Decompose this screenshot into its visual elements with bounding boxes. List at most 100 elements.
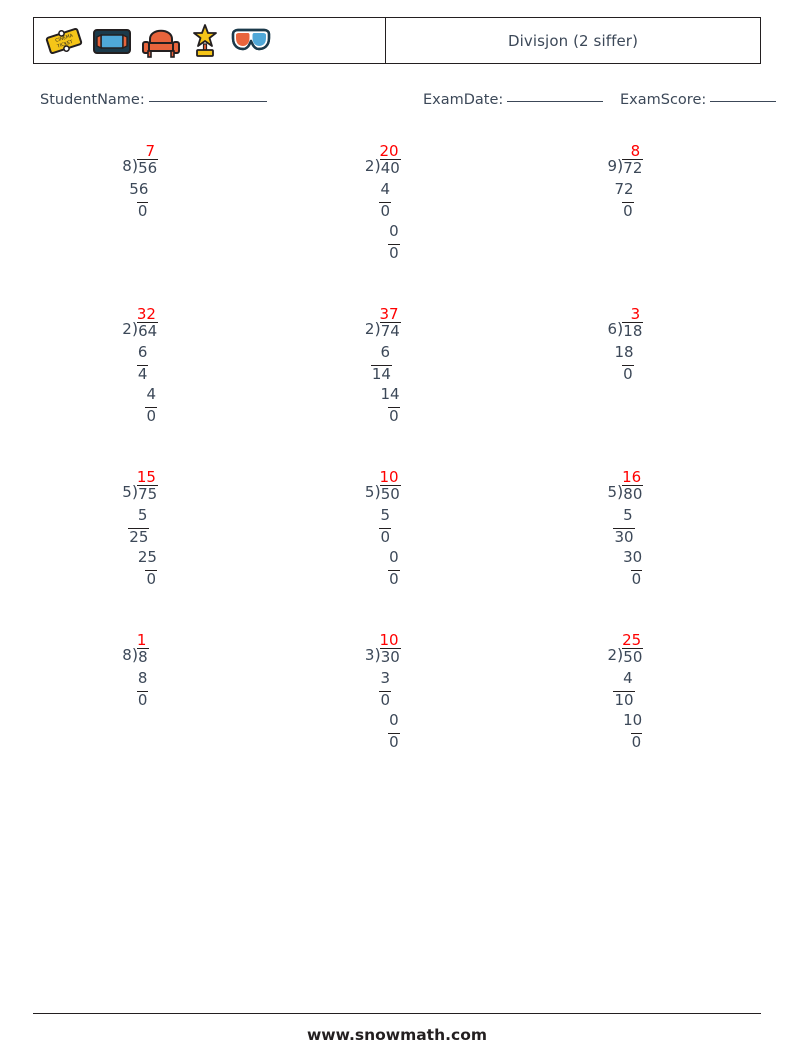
division-bracket: ) xyxy=(131,645,139,664)
long-division-problem: 20 2) 40 4 0 0 0 xyxy=(337,140,457,303)
vhs-tape-icon xyxy=(92,25,132,57)
dividend: 74 xyxy=(379,322,401,340)
difference-value: 0 xyxy=(136,202,149,220)
problem-cell: 16 5) 80 5 30 30 0 xyxy=(518,466,761,629)
difference-value: 0 xyxy=(630,570,643,588)
dividend: 64 xyxy=(137,322,159,340)
divisor: 9 xyxy=(607,157,618,175)
star-award-icon xyxy=(190,23,220,59)
quotient: 25 xyxy=(622,631,642,649)
page-title: Divisjon (2 siffer) xyxy=(507,31,639,50)
division-bracket: ) xyxy=(617,645,624,664)
divisor: 8 xyxy=(122,157,132,175)
problem-row: 1 8) 8 8 0 10 3) 30 3 0 0 0 25 2) 50 4 10 10 0 xyxy=(33,629,761,792)
cinema-ticket-icon: CINEMA TICKET xyxy=(45,24,83,58)
difference-value: 0 xyxy=(622,202,634,220)
subtrahend-value: 5 xyxy=(380,506,391,524)
subtrahend-value: 4 xyxy=(623,669,633,687)
worksheet-header: CINEMA TICKET Divisjon (2 siffer) xyxy=(33,17,761,64)
subtrahend-value: 14 xyxy=(380,385,400,403)
quotient: 3 xyxy=(630,305,641,323)
dividend: 50 xyxy=(379,485,401,503)
divisor: 5 xyxy=(607,483,618,501)
subtrahend-value: 6 xyxy=(137,343,148,361)
difference-value: 0 xyxy=(388,570,400,588)
difference-value: 0 xyxy=(136,691,149,709)
header-icon-strip: CINEMA TICKET xyxy=(34,18,386,63)
divisor: 2 xyxy=(122,320,132,338)
divisor: 8 xyxy=(122,646,132,664)
footer-divider xyxy=(33,1013,761,1014)
dividend: 40 xyxy=(379,159,401,177)
difference-value: 4 xyxy=(136,365,149,383)
subtrahend-value: 6 xyxy=(380,343,391,361)
divisor: 2 xyxy=(364,320,375,338)
division-bracket: ) xyxy=(374,319,381,338)
exam-date-field: ExamDate: xyxy=(423,92,604,108)
division-bracket: ) xyxy=(374,645,381,664)
theater-seat-icon xyxy=(141,23,181,59)
divisor: 2 xyxy=(364,157,375,175)
difference-value: 0 xyxy=(630,733,643,751)
dividend: 56 xyxy=(137,159,159,177)
long-division-problem: 3 6) 18 18 0 xyxy=(579,303,699,466)
problem-cell: 10 5) 50 5 0 0 0 xyxy=(276,466,519,629)
exam-date-label: ExamDate: xyxy=(423,92,504,108)
student-name-input[interactable] xyxy=(148,101,267,102)
problem-cell: 1 8) 8 8 0 xyxy=(33,629,276,792)
exam-score-field: ExamScore: xyxy=(620,92,777,108)
dividend: 18 xyxy=(622,322,644,340)
divisor: 5 xyxy=(364,483,375,501)
subtrahend-value: 72 xyxy=(614,180,634,198)
division-bracket: ) xyxy=(374,156,381,175)
quotient: 32 xyxy=(136,305,156,323)
quotient: 1 xyxy=(136,631,147,649)
problem-cell: 3 6) 18 18 0 xyxy=(518,303,761,466)
division-bracket: ) xyxy=(617,156,624,175)
subtrahend-value: 3 xyxy=(380,669,391,687)
long-division-problem: 25 2) 50 4 10 10 0 xyxy=(579,629,699,792)
quotient: 16 xyxy=(622,468,642,486)
footer-url: www.snowmath.com xyxy=(306,1026,487,1044)
quotient: 10 xyxy=(379,468,399,486)
quotient: 15 xyxy=(136,468,156,486)
difference-value: 25 xyxy=(128,528,150,546)
difference-value: 0 xyxy=(379,202,392,220)
division-bracket: ) xyxy=(617,482,624,501)
subtrahend-value: 18 xyxy=(614,343,634,361)
dividend: 8 xyxy=(137,648,149,666)
exam-date-input[interactable] xyxy=(507,101,604,102)
difference-value: 0 xyxy=(145,570,158,588)
difference-value: 14 xyxy=(370,365,392,383)
problem-row: 15 5) 75 5 25 25 0 10 5) 50 5 0 0 0 16 5) 80 5 30 30 0 xyxy=(33,466,761,629)
difference-value: 0 xyxy=(379,691,392,709)
long-division-problem: 16 5) 80 5 30 30 0 xyxy=(579,466,699,629)
quotient: 20 xyxy=(379,142,399,160)
divisor: 6 xyxy=(607,320,618,338)
division-bracket: ) xyxy=(374,482,381,501)
difference-value: 0 xyxy=(388,407,400,425)
dividend: 80 xyxy=(622,485,644,503)
problem-cell: 10 3) 30 3 0 0 0 xyxy=(276,629,519,792)
3d-glasses-icon xyxy=(229,26,273,56)
header-title-cell: Divisjon (2 siffer) xyxy=(386,18,760,63)
long-division-problem: 10 5) 50 5 0 0 0 xyxy=(337,466,457,629)
subtrahend-value: 0 xyxy=(389,711,399,729)
division-bracket: ) xyxy=(131,319,139,338)
subtrahend-value: 0 xyxy=(389,222,399,240)
divisor: 2 xyxy=(607,646,618,664)
subtrahend-value: 10 xyxy=(623,711,643,729)
difference-value: 30 xyxy=(613,528,635,546)
subtrahend-value: 56 xyxy=(129,180,149,198)
subtrahend-value: 0 xyxy=(389,548,399,566)
difference-value: 10 xyxy=(613,691,635,709)
problem-cell: 32 2) 64 6 4 4 0 xyxy=(33,303,276,466)
subtrahend-value: 4 xyxy=(380,180,391,198)
quotient: 8 xyxy=(630,142,641,160)
difference-value: 0 xyxy=(388,733,400,751)
student-name-field: StudentName: xyxy=(40,92,267,108)
division-bracket: ) xyxy=(131,156,139,175)
exam-score-input[interactable] xyxy=(710,101,777,102)
exam-score-label: ExamScore: xyxy=(620,92,707,108)
problem-cell: 37 2) 74 6 14 14 0 xyxy=(276,303,519,466)
